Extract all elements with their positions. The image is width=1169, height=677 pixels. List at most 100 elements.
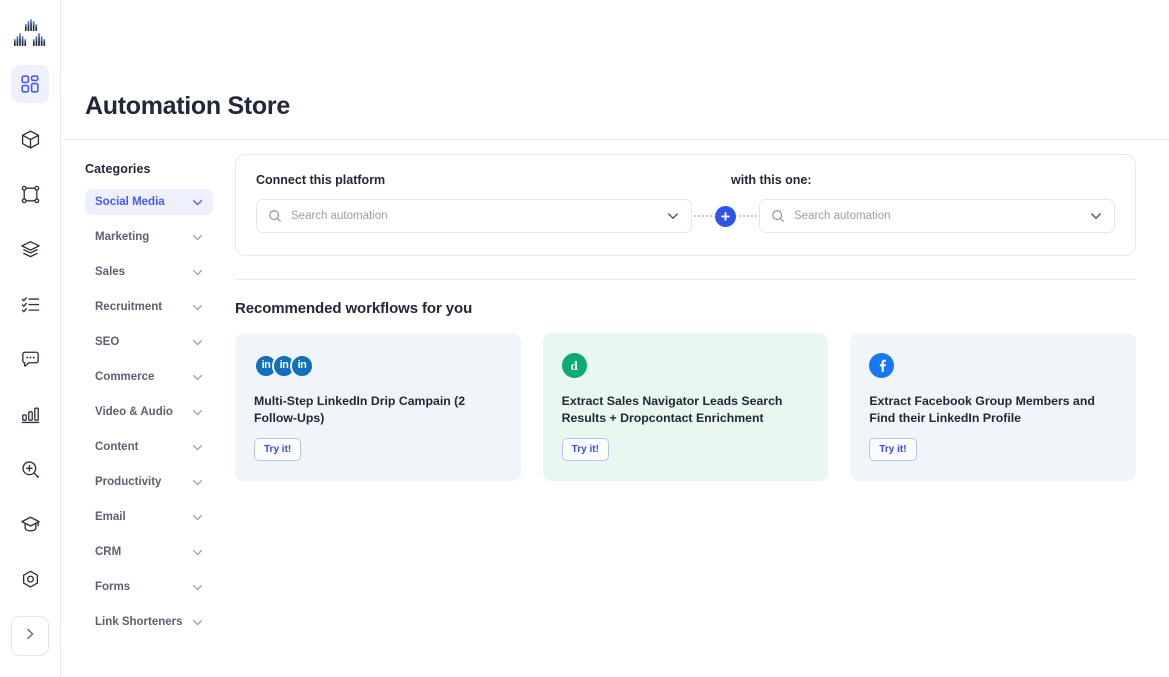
- sidebar-item-analytics[interactable]: [11, 395, 49, 433]
- category-item-seo[interactable]: SEO: [85, 329, 213, 355]
- connect-right-label: with this one:: [731, 173, 812, 187]
- facebook-icon: [869, 353, 895, 378]
- graduation-cap-icon: [20, 514, 41, 535]
- recommended-cards: in in in Multi-Step LinkedIn Drip Campain (…: [235, 333, 1137, 481]
- search-icon: [771, 209, 785, 223]
- category-label: Marketing: [95, 231, 150, 243]
- connect-labels-row: Connect this platform with this one:: [256, 173, 1115, 187]
- chevron-down-icon: [191, 301, 204, 314]
- expand-sidebar-button[interactable]: [11, 616, 49, 656]
- chevron-down-icon: [191, 266, 204, 279]
- frame-nodes-icon: [20, 184, 41, 205]
- add-connection-button[interactable]: [715, 205, 736, 227]
- chevron-down-icon: [191, 476, 204, 489]
- category-label: Video & Audio: [95, 406, 173, 418]
- category-item-forms[interactable]: Forms: [85, 574, 213, 600]
- grid-apps-icon: [20, 74, 40, 94]
- category-label: Link Shorteners: [95, 616, 183, 628]
- layers-icon: [20, 239, 41, 260]
- category-label: Commerce: [95, 371, 155, 383]
- connect-inputs-row: Search automation Search automation: [256, 199, 1115, 233]
- dotted-connector-right: [739, 215, 757, 217]
- category-item-marketing[interactable]: Marketing: [85, 224, 213, 250]
- category-label: Email: [95, 511, 126, 523]
- linkedin-icon: in: [290, 353, 314, 378]
- category-label: Sales: [95, 266, 126, 278]
- category-item-email[interactable]: Email: [85, 504, 213, 530]
- category-item-social-media[interactable]: Social Media: [85, 189, 213, 215]
- recommended-title: Recommended workflows for you: [235, 300, 473, 317]
- chevron-down-icon: [191, 196, 204, 209]
- rail-nav-list: [11, 65, 49, 615]
- sidebar-item-layers[interactable]: [11, 230, 49, 268]
- sidebar-item-discover[interactable]: [11, 450, 49, 488]
- app-logo[interactable]: [12, 17, 48, 51]
- category-label: CRM: [95, 546, 122, 558]
- try-it-button[interactable]: Try it!: [869, 438, 917, 461]
- page-header: Automation Store: [61, 0, 1169, 140]
- platform-a-select[interactable]: Search automation: [256, 199, 692, 233]
- category-item-crm[interactable]: CRM: [85, 539, 213, 565]
- page-body: Categories Social Media Marketing Sales Rec…: [61, 140, 1169, 677]
- page-title: Automation Store: [85, 92, 290, 120]
- platform-b-placeholder: Search automation: [794, 210, 891, 222]
- workflow-icons: in in in: [254, 353, 501, 378]
- category-item-commerce[interactable]: Commerce: [85, 364, 213, 390]
- workflow-name: Extract Facebook Group Members and Find …: [869, 394, 1095, 426]
- chevron-down-icon: [191, 371, 204, 384]
- try-it-button[interactable]: Try it!: [254, 438, 302, 461]
- chevron-right-icon: [23, 627, 37, 646]
- category-label: SEO: [95, 336, 120, 348]
- chevron-down-icon: [191, 581, 204, 594]
- sidebar-item-tasks[interactable]: [11, 285, 49, 323]
- category-label: Recruitment: [95, 301, 163, 313]
- dropcontact-icon: d: [561, 353, 587, 378]
- sidebar-item-academy[interactable]: [11, 505, 49, 543]
- search-icon: [268, 209, 282, 223]
- cube-icon: [20, 129, 41, 150]
- connect-platforms-card: Connect this platform with this one: Sea…: [235, 154, 1136, 256]
- chevron-down-icon: [191, 616, 204, 629]
- workflow-name: Extract Sales Navigator Leads Search Res…: [561, 394, 783, 426]
- categories-panel: Categories Social Media Marketing Sales Rec…: [61, 140, 223, 677]
- main-region: Automation Store Categories Social Media…: [61, 0, 1169, 677]
- search-plus-icon: [20, 459, 41, 480]
- workflow-icons: [869, 353, 1116, 378]
- left-nav-rail: [0, 0, 61, 677]
- category-label: Social Media: [95, 196, 165, 208]
- category-item-sales[interactable]: Sales: [85, 259, 213, 285]
- categories-title: Categories: [85, 162, 151, 176]
- sidebar-item-messages[interactable]: [11, 340, 49, 378]
- app-root: Automation Store Categories Social Media…: [0, 0, 1169, 677]
- sidebar-item-settings[interactable]: [11, 560, 49, 598]
- chevron-down-icon: [191, 336, 204, 349]
- connect-left-label: Connect this platform: [256, 173, 386, 187]
- category-item-video-audio[interactable]: Video & Audio: [85, 399, 213, 425]
- category-label: Content: [95, 441, 139, 453]
- workflow-card[interactable]: d Extract Sales Navigator Leads Search Re…: [542, 333, 829, 481]
- category-item-link-shorteners[interactable]: Link Shorteners: [85, 609, 213, 635]
- store-content: Connect this platform with this one: Sea…: [223, 140, 1169, 677]
- chevron-down-icon: [191, 546, 204, 559]
- chat-bubble-icon: [20, 349, 41, 370]
- workflow-icons: d: [561, 353, 809, 378]
- chevron-down-icon: [191, 231, 204, 244]
- workflow-card[interactable]: Extract Facebook Group Members and Find …: [850, 333, 1137, 481]
- category-item-content[interactable]: Content: [85, 434, 213, 460]
- platform-b-select[interactable]: Search automation: [759, 199, 1115, 233]
- chevron-down-icon: [191, 511, 204, 524]
- category-label: Forms: [95, 581, 131, 593]
- category-item-recruitment[interactable]: Recruitment: [85, 294, 213, 320]
- sidebar-item-dashboard[interactable]: [11, 65, 49, 103]
- workflow-card[interactable]: in in in Multi-Step LinkedIn Drip Campain (…: [235, 333, 521, 481]
- chevron-down-icon: [191, 441, 204, 454]
- sidebar-item-packages[interactable]: [11, 120, 49, 158]
- category-item-productivity[interactable]: Productivity: [85, 469, 213, 495]
- try-it-button[interactable]: Try it!: [561, 438, 609, 461]
- workflow-name: Multi-Step LinkedIn Drip Campain (2 Foll…: [254, 394, 466, 426]
- hexagon-settings-icon: [20, 569, 41, 590]
- chevron-down-icon: [666, 209, 680, 223]
- section-divider: [235, 279, 1136, 280]
- sidebar-item-workflows[interactable]: [11, 175, 49, 213]
- chevron-down-icon: [1089, 209, 1103, 223]
